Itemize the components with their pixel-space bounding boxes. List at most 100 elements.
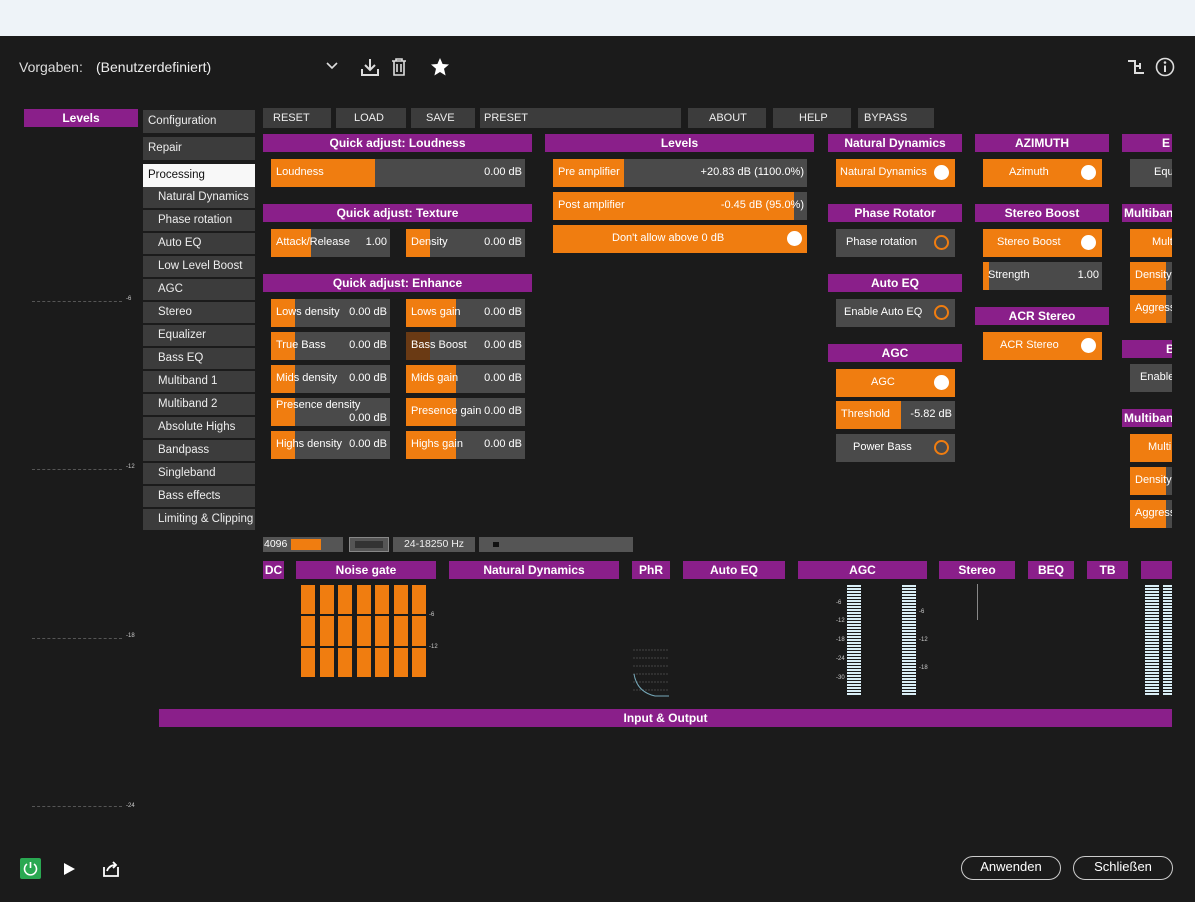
multiband-cut-toggle[interactable]: Mult [1130, 229, 1172, 257]
position-marker [493, 542, 499, 547]
load-button[interactable]: LOAD [336, 108, 406, 128]
noise-gate-meter-bar [338, 585, 352, 677]
help-button[interactable]: HELP [773, 108, 851, 128]
noise-gate-scale-label: -6 [429, 612, 435, 618]
enhance-slider[interactable]: Presence gain 0.00 dB [406, 398, 525, 426]
enhance-slider[interactable]: Highs density 0.00 dB [271, 431, 390, 459]
natural-dynamics-toggle[interactable]: Natural Dynamics [836, 159, 955, 187]
level-gridline [32, 638, 122, 639]
position-bar[interactable] [479, 537, 633, 552]
dont-allow-above-0db-toggle[interactable]: Don't allow above 0 dB [553, 225, 807, 253]
acr-stereo-title: ACR Stereo [975, 307, 1109, 325]
toggle-label: Don't allow above 0 dB [612, 232, 725, 244]
phase-rotation-toggle[interactable]: Phase rotation [836, 229, 955, 257]
texture-title: Quick adjust: Texture [263, 204, 532, 222]
status-indicator-inner [355, 541, 383, 548]
bypass-button[interactable]: BYPASS [858, 108, 934, 128]
nav-item-low-level-boost[interactable]: Low Level Boost [143, 256, 255, 277]
enhance-slider[interactable]: Bass Boost 0.00 dB [406, 332, 525, 360]
nav-item-agc[interactable]: AGC [143, 279, 255, 300]
nav-configuration[interactable]: Configuration [143, 110, 255, 133]
nav-item-singleband[interactable]: Singleband [143, 463, 255, 484]
enhance-slider[interactable]: Mids gain 0.00 dB [406, 365, 525, 393]
toggle-label: Power Bass [853, 441, 912, 453]
eq-cut-toggle[interactable]: Equ [1130, 159, 1172, 187]
slider-value: -0.45 dB (95.0%) [720, 199, 804, 211]
toggle-label: Multi [1148, 441, 1172, 453]
nav-item-stereo[interactable]: Stereo [143, 302, 255, 323]
enable-cut-toggle[interactable]: Enable [1130, 364, 1172, 392]
agc-toggle[interactable]: AGC [836, 369, 955, 397]
routing-icon[interactable] [1126, 58, 1146, 76]
toggle-label: AGC [871, 376, 895, 388]
multiband2-aggress-slider[interactable]: Aggress [1130, 500, 1172, 528]
density-slider[interactable]: Density 0.00 dB [406, 229, 525, 257]
nav-item-equalizer[interactable]: Equalizer [143, 325, 255, 346]
nav-processing[interactable]: Processing [143, 164, 255, 187]
loudness-slider[interactable]: Loudness 0.00 dB [271, 159, 525, 187]
slider-label: Highs density [276, 438, 343, 450]
enhance-slider[interactable]: Mids density 0.00 dB [271, 365, 390, 393]
input-output-title: Input & Output [159, 709, 1172, 727]
play-icon[interactable] [62, 861, 76, 877]
agc-scale-label: -30 [836, 675, 845, 681]
nav-repair[interactable]: Repair [143, 137, 255, 160]
acr-stereo-toggle[interactable]: ACR Stereo [983, 332, 1102, 360]
power-bass-toggle[interactable]: Power Bass [836, 434, 955, 462]
nav-item-natural-dynamics[interactable]: Natural Dynamics [143, 187, 255, 208]
agc-threshold-slider[interactable]: Threshold -5.82 dB [836, 401, 955, 429]
nav-item-bandpass[interactable]: Bandpass [143, 440, 255, 461]
nav-item-phase-rotation[interactable]: Phase rotation [143, 210, 255, 231]
save-button[interactable]: SAVE [411, 108, 475, 128]
noise-gate-meter-bar [393, 585, 408, 677]
nav-item-limiting-clipping[interactable]: Limiting & Clipping [143, 509, 255, 530]
level-gridline [32, 469, 122, 470]
multiband2-density-slider[interactable]: Density [1130, 467, 1172, 495]
slider-value: 0.00 dB [484, 339, 522, 351]
slider-value: 0.00 dB [349, 438, 387, 450]
nav-item-auto-eq[interactable]: Auto EQ [143, 233, 255, 254]
export-icon[interactable] [101, 860, 121, 878]
slider-value: 0.00 dB [349, 339, 387, 351]
enhance-slider[interactable]: True Bass 0.00 dB [271, 332, 390, 360]
about-button[interactable]: ABOUT [688, 108, 766, 128]
slider-label: Density [411, 236, 448, 248]
chevron-down-icon[interactable] [326, 62, 338, 70]
close-button[interactable]: Schließen [1073, 856, 1173, 880]
download-icon[interactable] [360, 57, 380, 77]
slider-value: 0.00 dB [349, 412, 387, 424]
apply-button[interactable]: Anwenden [961, 856, 1061, 880]
multiband2-cut-toggle[interactable]: Multi [1130, 434, 1172, 462]
power-button[interactable] [20, 858, 41, 879]
nav-item-multiband-2[interactable]: Multiband 2 [143, 394, 255, 415]
nav-item-multiband-1[interactable]: Multiband 1 [143, 371, 255, 392]
agc-scale-label: -6 [919, 609, 925, 615]
preset-button[interactable]: PRESET [480, 108, 681, 128]
multiband-aggress-slider[interactable]: Aggress [1130, 295, 1172, 323]
nav-item-bass-eq[interactable]: Bass EQ [143, 348, 255, 369]
preset-dropdown[interactable]: (Benutzerdefiniert) [96, 59, 211, 75]
fft-size-slider[interactable]: 4096 [263, 537, 343, 552]
strength-slider[interactable]: Strength 1.00 [983, 262, 1102, 290]
trash-icon[interactable] [390, 57, 408, 77]
enable-auto-eq-toggle[interactable]: Enable Auto EQ [836, 299, 955, 327]
slider-fill [291, 539, 321, 550]
stereo-boost-toggle[interactable]: Stereo Boost [983, 229, 1102, 257]
attack-release-slider[interactable]: Attack/Release 1.00 [271, 229, 390, 257]
nav-item-bass-effects[interactable]: Bass effects [143, 486, 255, 507]
enhance-slider[interactable]: Presence density 0.00 dB [271, 398, 390, 426]
post-amplifier-slider[interactable]: Post amplifier -0.45 dB (95.0%) [553, 192, 807, 220]
enhance-slider[interactable]: Highs gain 0.00 dB [406, 431, 525, 459]
star-icon[interactable] [430, 57, 450, 77]
enhance-slider[interactable]: Lows gain 0.00 dB [406, 299, 525, 327]
nav-item-absolute-highs[interactable]: Absolute Highs [143, 417, 255, 438]
multiband-density-slider[interactable]: Density [1130, 262, 1172, 290]
window-titlebar [0, 0, 1195, 36]
reset-button[interactable]: RESET [263, 108, 331, 128]
enhance-slider[interactable]: Lows density 0.00 dB [271, 299, 390, 327]
frequency-range: 24-18250 Hz [393, 537, 475, 552]
info-icon[interactable] [1155, 57, 1175, 77]
pre-amplifier-slider[interactable]: Pre amplifier +20.83 dB (1100.0%) [553, 159, 807, 187]
meter-beq-title: BEQ [1028, 561, 1074, 579]
azimuth-toggle[interactable]: Azimuth [983, 159, 1102, 187]
